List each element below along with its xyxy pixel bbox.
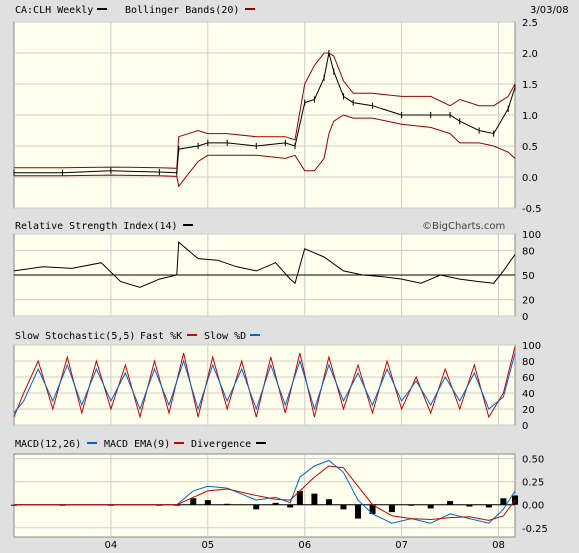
x-ticks: 04 05 06 07 08 xyxy=(105,540,505,551)
divergence-bar xyxy=(427,504,434,509)
divergence-bar xyxy=(272,502,279,505)
divergence-bar xyxy=(311,493,318,505)
macd-y-ticks: 0.50 0.25 0.00 -0.25 xyxy=(522,455,548,535)
y-tick-label: 0.00 xyxy=(522,501,544,512)
x-tick-label: 06 xyxy=(298,540,311,551)
y-tick-label: 40 xyxy=(522,389,535,400)
macd-panel xyxy=(13,453,516,538)
rsi-y-ticks: 100 80 50 20 0 xyxy=(522,230,541,323)
fast-k-label: Fast %K xyxy=(140,331,182,342)
stoch-y-ticks: 100 80 60 40 20 0 xyxy=(522,341,541,432)
y-tick-label: 0.25 xyxy=(522,478,544,489)
bigcharts-chart: CA:CLH Weekly Bollinger Bands(20) 3/03/0… xyxy=(11,5,569,551)
y-tick-label: 20 xyxy=(522,296,535,307)
y-tick-label: 1.5 xyxy=(522,80,538,91)
divergence-bar xyxy=(325,499,332,505)
symbol-label: CA:CLH Weekly xyxy=(15,5,93,16)
chart-frame: CA:CLH Weekly Bollinger Bands(20) 3/03/0… xyxy=(0,0,579,553)
divergence-bar xyxy=(287,504,294,508)
y-tick-label: 0.5 xyxy=(522,142,538,153)
macd-ema-label: MACD EMA(9) xyxy=(104,439,170,450)
y-tick-label: 0.0 xyxy=(522,173,538,184)
y-tick-label: 0.50 xyxy=(522,455,544,466)
price-legend-swatch xyxy=(97,8,107,10)
macd-ema-swatch xyxy=(174,442,184,444)
divergence-bar xyxy=(190,498,197,505)
y-tick-label: 0 xyxy=(522,312,528,323)
y-tick-label: 100 xyxy=(522,230,541,241)
y-tick-label: 2.0 xyxy=(522,49,538,60)
bollinger-label: Bollinger Bands(20) xyxy=(125,5,239,16)
y-tick-label: -0.5 xyxy=(522,204,542,215)
slow-d-swatch xyxy=(250,334,260,336)
watermark: ©BigCharts.com xyxy=(422,221,505,232)
slow-d-label: Slow %D xyxy=(204,331,246,342)
divergence-bar xyxy=(466,504,473,507)
y-tick-label: 20 xyxy=(522,405,535,416)
fast-k-swatch xyxy=(187,334,197,336)
divergence-label: Divergence xyxy=(191,439,251,450)
x-tick-label: 05 xyxy=(201,540,214,551)
rsi-legend-swatch xyxy=(183,224,193,226)
divergence-bar xyxy=(408,504,415,506)
macd-swatch xyxy=(87,442,97,444)
x-tick-label: 04 xyxy=(105,540,118,551)
x-tick-label: 07 xyxy=(395,540,408,551)
divergence-bar xyxy=(500,498,507,505)
divergence-bar xyxy=(340,504,347,510)
bollinger-legend-swatch xyxy=(245,8,255,10)
divergence-bar xyxy=(388,504,395,513)
y-tick-label: -0.25 xyxy=(522,524,548,535)
divergence-swatch xyxy=(256,442,266,444)
y-tick-label: 1.0 xyxy=(522,111,538,122)
y-tick-label: 60 xyxy=(522,373,535,384)
divergence-bar xyxy=(253,504,260,510)
price-y-ticks: 2.5 2.0 1.5 1.0 0.5 0.0 -0.5 xyxy=(522,18,542,215)
rsi-title: Relative Strength Index(14) xyxy=(15,221,178,232)
date-label: 3/03/08 xyxy=(530,5,569,16)
divergence-bar xyxy=(204,500,211,505)
y-tick-label: 100 xyxy=(522,341,541,352)
y-tick-label: 80 xyxy=(522,246,535,257)
divergence-bar xyxy=(224,503,231,505)
x-tick-label: 08 xyxy=(492,540,505,551)
divergence-bar xyxy=(447,501,454,505)
divergence-bar xyxy=(485,504,492,508)
divergence-bar xyxy=(355,504,362,519)
y-tick-label: 80 xyxy=(522,357,535,368)
y-tick-label: 2.5 xyxy=(522,18,538,29)
macd-title: MACD(12,26) xyxy=(15,439,81,450)
y-tick-label: 0 xyxy=(522,421,528,432)
stoch-title: Slow Stochastic(5,5) xyxy=(15,331,135,342)
y-tick-label: 50 xyxy=(522,271,535,282)
